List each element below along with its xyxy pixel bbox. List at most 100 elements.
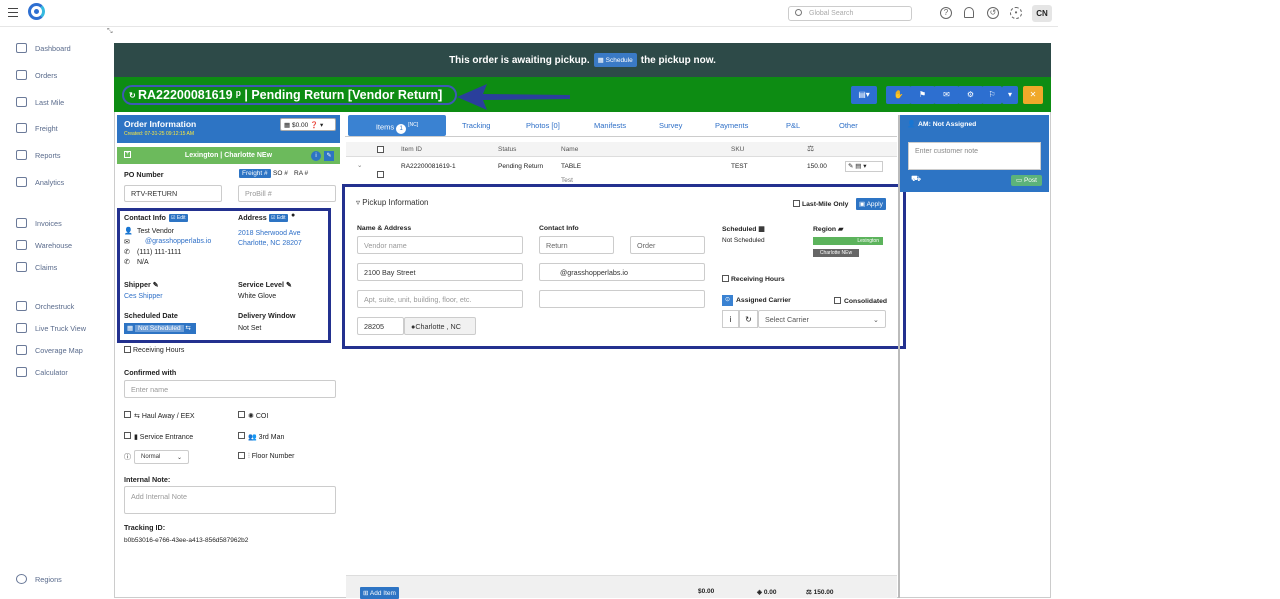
contact-name: Test Vendor: [137, 228, 174, 235]
carrier-refresh-icon[interactable]: ↻: [739, 310, 758, 328]
haul-away-checkbox[interactable]: [124, 411, 131, 418]
email-button[interactable]: ✉: [934, 86, 959, 104]
carrier-info-icon[interactable]: i: [722, 310, 739, 328]
tab-photos[interactable]: Photos [0]: [526, 121, 560, 130]
address-line-1[interactable]: 2018 Sherwood Ave: [238, 230, 301, 237]
apt-input[interactable]: Apt, suite, unit, building, floor, etc.: [357, 290, 523, 308]
collapse-icon[interactable]: ⤡: [107, 28, 113, 36]
pickup-receiving-hours-checkbox[interactable]: [722, 275, 729, 282]
last-mile-only-checkbox[interactable]: [793, 200, 800, 207]
gear-button[interactable]: ⚙: [958, 86, 983, 104]
coi-checkbox[interactable]: [238, 411, 245, 418]
total-cube: ◈ 0.00: [757, 589, 777, 596]
route-dropdown-button[interactable]: ▾: [1002, 86, 1018, 104]
edit-shipper-icon[interactable]: ✎: [153, 280, 159, 289]
help-icon[interactable]: ?: [940, 7, 952, 19]
refresh-icon[interactable]: ↻: [129, 91, 136, 100]
zip-input[interactable]: 28205: [357, 317, 404, 335]
customer-note-input[interactable]: Enter customer note: [908, 142, 1041, 170]
app-logo[interactable]: [28, 3, 45, 20]
sidebar-item-calculator[interactable]: Calculator: [16, 365, 106, 379]
contact-email[interactable]: @grasshopperlabs.io: [145, 238, 211, 245]
third-man-checkbox[interactable]: [238, 432, 245, 439]
tab-manifests[interactable]: Manifests: [594, 121, 626, 130]
tab-tracking[interactable]: Tracking: [462, 121, 490, 130]
sidebar-item-regions[interactable]: Regions: [16, 572, 106, 586]
edit-service-icon[interactable]: ✎: [286, 280, 292, 289]
po-number-label: PO Number: [124, 170, 164, 179]
confirmed-with-input[interactable]: Enter name: [124, 380, 336, 398]
price-dropdown[interactable]: ▦ $0.00 ❓ ▾: [280, 118, 336, 131]
street-input[interactable]: 2100 Bay Street: [357, 263, 523, 281]
sidebar-item-coverage-map[interactable]: Coverage Map: [16, 343, 106, 357]
carrier-select[interactable]: Select Carrier ⌄: [758, 310, 886, 328]
shipper-value[interactable]: Ces Shipper: [124, 293, 163, 300]
hand-button[interactable]: ✋: [886, 86, 911, 104]
service-entrance-checkbox[interactable]: [124, 432, 131, 439]
tab-survey[interactable]: Survey: [659, 121, 682, 130]
settings-icon[interactable]: •: [1010, 7, 1022, 19]
info-icon[interactable]: i: [311, 151, 321, 161]
map-pin-icon[interactable]: ●: [291, 212, 295, 219]
truck-icon[interactable]: ⛟: [911, 174, 921, 184]
expand-row-icon[interactable]: ⌄: [357, 161, 362, 169]
ra-number-button[interactable]: RA #: [294, 170, 308, 177]
row-checkbox[interactable]: [377, 171, 384, 178]
receiving-hours-checkbox[interactable]: [124, 346, 131, 353]
sidebar-item-freight[interactable]: Freight: [16, 121, 106, 135]
sidebar-item-orchestruck[interactable]: Orchestruck: [16, 299, 106, 313]
edit-location-icon[interactable]: ✎: [324, 151, 334, 161]
contact-phone-input[interactable]: [539, 290, 705, 308]
expand-icon[interactable]: +: [124, 151, 131, 158]
probill-input[interactable]: ProBill #: [238, 185, 336, 202]
consolidated-checkbox[interactable]: [834, 297, 841, 304]
order-title: ↻ RA22200081619 ᵖ | Pending Return [Vendo…: [122, 85, 457, 105]
row-actions[interactable]: ✎ ▤ ▾: [845, 161, 883, 172]
freight-number-button[interactable]: Freight #: [239, 169, 271, 178]
floor-number-checkbox[interactable]: [238, 452, 245, 459]
contact-email-input[interactable]: @grasshopperlabs.io: [539, 263, 705, 281]
close-order-button[interactable]: ✕: [1023, 86, 1043, 104]
sidebar-item-invoices[interactable]: Invoices: [16, 216, 106, 230]
history-icon[interactable]: ↺: [987, 7, 999, 19]
document-menu-button[interactable]: ▤▾: [851, 86, 877, 104]
user-avatar[interactable]: CN: [1032, 5, 1052, 22]
sidebar-item-claims[interactable]: Claims: [16, 260, 106, 274]
address-edit-button[interactable]: ☑ Edit: [269, 214, 288, 222]
sidebar-item-live-truck-view[interactable]: Live Truck View: [16, 321, 106, 335]
address-line-2[interactable]: Charlotte, NC 28207: [238, 240, 302, 247]
sidebar-item-analytics[interactable]: Analytics: [16, 175, 106, 189]
bell-icon[interactable]: [964, 7, 974, 18]
post-button[interactable]: ▭ Post: [1011, 175, 1042, 186]
pickup-information-title[interactable]: ▿ Pickup Information: [356, 198, 429, 207]
sidebar-item-last-mile[interactable]: Last Mile: [16, 95, 106, 109]
contact-edit-button[interactable]: ☑ Edit: [169, 214, 188, 222]
tab-pl[interactable]: P&L: [786, 121, 800, 130]
envelope-icon: ✉: [124, 239, 130, 246]
sidebar-item-dashboard[interactable]: Dashboard: [16, 41, 106, 55]
contact-last-input[interactable]: Order: [630, 236, 705, 254]
sidebar-item-reports[interactable]: Reports: [16, 148, 106, 162]
reports-icon: [16, 150, 27, 160]
contact-first-input[interactable]: Return: [539, 236, 614, 254]
flag-button[interactable]: ⚑: [910, 86, 935, 104]
tab-items[interactable]: Items 1[NC]: [348, 115, 446, 136]
contact-mobile: N/A: [137, 259, 149, 266]
so-number-button[interactable]: SO #: [273, 170, 288, 177]
select-all-checkbox[interactable]: [377, 146, 384, 153]
tab-other[interactable]: Other: [839, 121, 858, 130]
sidebar-item-orders[interactable]: Orders: [16, 68, 106, 82]
scheduled-date-button[interactable]: ▦ Not Scheduled ⇆: [124, 323, 196, 334]
add-item-button[interactable]: ⊞ Add Item: [360, 587, 399, 599]
global-search-input[interactable]: Global Search: [788, 6, 912, 21]
priority-select[interactable]: Normal ⌄: [134, 450, 189, 464]
apply-button[interactable]: ▣ Apply: [856, 198, 886, 210]
internal-note-input[interactable]: Add Internal Note: [124, 486, 336, 514]
schedule-button[interactable]: ▦ Schedule: [593, 53, 637, 67]
menu-icon[interactable]: [8, 8, 18, 17]
vendor-name-input[interactable]: Vendor name: [357, 236, 523, 254]
route-button[interactable]: ⚐: [982, 86, 1002, 104]
sidebar-item-warehouse[interactable]: Warehouse: [16, 238, 106, 252]
tab-payments[interactable]: Payments: [715, 121, 748, 130]
po-number-input[interactable]: RTV-RETURN: [124, 185, 222, 202]
